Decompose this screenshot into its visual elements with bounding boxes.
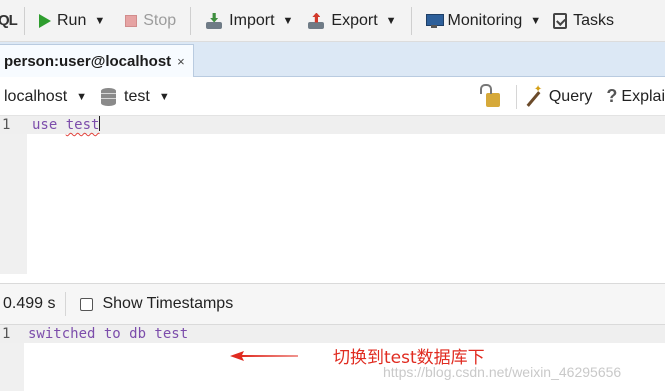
export-label: Export (331, 11, 378, 29)
shell-editor[interactable]: 1 use test (0, 116, 665, 274)
database-selector[interactable]: test ▼ (101, 83, 170, 111)
tasks-label: Tasks (573, 11, 615, 29)
toolbar-divider (515, 84, 517, 109)
server-selector[interactable]: localhost ▼ (4, 83, 87, 111)
connection-bar: localhost ▼ test ▼ Query ? Explai (0, 78, 665, 116)
export-button[interactable]: Export ▼ (303, 6, 400, 36)
watermark: https://blog.csdn.net/weixin_46295656 (383, 364, 622, 380)
query-label: Query (548, 87, 593, 105)
chevron-down-icon[interactable]: ▼ (386, 15, 397, 27)
monitor-icon (425, 13, 444, 28)
import-icon (205, 13, 223, 29)
toolbar-divider (190, 6, 192, 35)
run-label: Run (57, 11, 87, 29)
toolbar-divider (24, 6, 25, 35)
output-line: switched to db test (28, 326, 189, 342)
toolbar-divider (65, 292, 67, 316)
mongo-shell-window: QL Run ▼ Stop Import ▼ Export ▼ Monitori… (0, 0, 665, 391)
clipboard-icon (553, 12, 568, 29)
line-number-gutter (0, 116, 27, 274)
tab-shell-session[interactable]: person:user@localhost × (0, 44, 194, 77)
import-button[interactable]: Import ▼ (201, 6, 297, 36)
elapsed-time: 0.499 s (3, 295, 56, 312)
chevron-down-icon[interactable]: ▼ (283, 15, 294, 27)
chevron-down-icon[interactable]: ▼ (530, 15, 541, 27)
tab-strip: person:user@localhost × (0, 42, 665, 77)
line-number: 1 (2, 326, 11, 342)
code-line[interactable]: use test (32, 116, 101, 134)
server-label: localhost (4, 87, 68, 105)
chevron-down-icon[interactable]: ▼ (159, 91, 170, 103)
shell-output: 1 switched to db test 切换到test数据库下 https:… (0, 325, 665, 391)
toolbar-clipped-label: QL (0, 12, 18, 29)
query-builder-button[interactable]: Query (525, 83, 593, 111)
toolbar-divider (410, 6, 412, 35)
play-icon (39, 13, 51, 28)
show-timestamps-checkbox[interactable] (80, 297, 94, 311)
code-argument: test (65, 117, 100, 133)
explain-label: Explai (621, 87, 665, 105)
show-timestamps-toggle[interactable]: Show Timestamps (80, 290, 233, 318)
text-cursor (99, 116, 101, 131)
lock-icon[interactable] (479, 83, 500, 107)
chevron-down-icon[interactable]: ▼ (94, 15, 105, 27)
monitoring-button[interactable]: Monitoring ▼ (422, 6, 546, 36)
database-label: test (124, 87, 150, 105)
export-icon (307, 13, 325, 29)
stop-icon (125, 14, 138, 27)
tasks-button[interactable]: Tasks (549, 6, 618, 36)
show-timestamps-label: Show Timestamps (102, 295, 234, 312)
code-keyword: use (32, 117, 58, 133)
main-toolbar: QL Run ▼ Stop Import ▼ Export ▼ Monitori… (0, 0, 665, 42)
monitoring-label: Monitoring (447, 11, 523, 29)
line-number: 1 (2, 117, 11, 133)
chevron-down-icon[interactable]: ▼ (76, 91, 87, 103)
annotation-arrow-icon (230, 351, 298, 361)
question-mark-icon: ? (606, 86, 618, 106)
database-icon (101, 87, 117, 106)
close-icon[interactable]: × (177, 54, 185, 69)
explain-button[interactable]: ? Explai (606, 83, 665, 111)
import-label: Import (229, 11, 275, 29)
stop-button[interactable]: Stop (121, 6, 180, 36)
magic-wand-icon (525, 84, 543, 106)
stop-label: Stop (143, 11, 177, 29)
results-toolbar: 0.499 s Show Timestamps (0, 283, 665, 325)
tab-label: person:user@localhost (4, 52, 172, 70)
run-button[interactable]: Run ▼ (35, 6, 109, 36)
